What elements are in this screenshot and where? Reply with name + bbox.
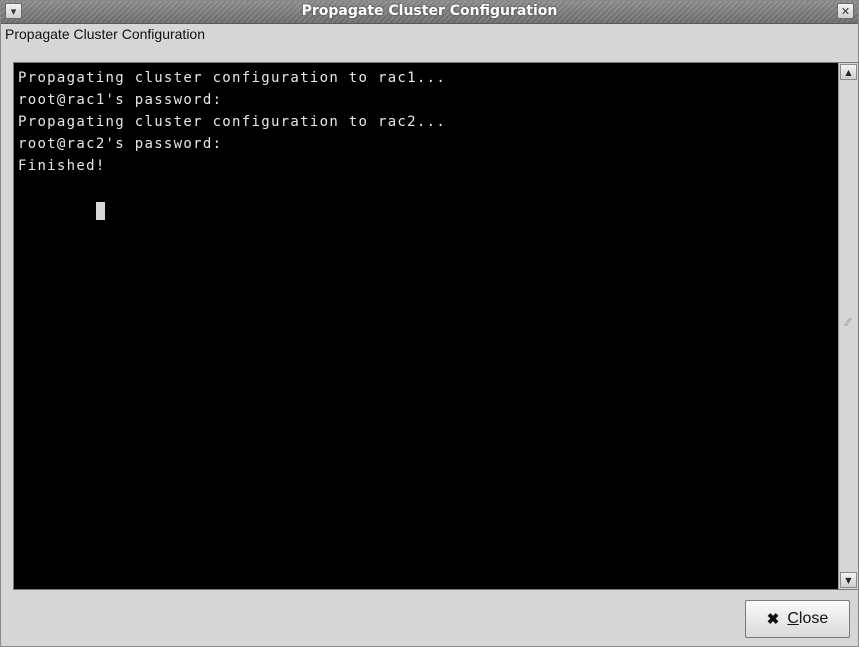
terminal-line: Finished! <box>18 158 106 174</box>
window-title: Propagate Cluster Configuration <box>301 3 558 19</box>
terminal-cursor <box>95 202 105 220</box>
dialog-window: ▾ Propagate Cluster Configuration ✕ Prop… <box>0 0 859 647</box>
close-button-label: Close <box>787 610 829 627</box>
close-icon: ✕ <box>840 4 851 18</box>
terminal-line: root@rac1's password: <box>18 92 223 108</box>
close-button[interactable]: ✖ Close <box>745 600 850 638</box>
terminal-line: root@rac2's password: <box>18 136 223 152</box>
x-icon: ✖ <box>766 611 780 628</box>
arrow-down-icon: ▼ <box>845 575 852 585</box>
terminal-line: Propagating cluster configuration to rac… <box>18 114 447 130</box>
terminal-output[interactable]: Propagating cluster configuration to rac… <box>14 63 838 589</box>
scroll-up-button[interactable]: ▲ <box>840 64 857 80</box>
window-close-button[interactable]: ✕ <box>837 3 854 19</box>
terminal-panel: Propagating cluster configuration to rac… <box>13 62 859 590</box>
terminal-cursor-line <box>18 177 838 220</box>
title-bar[interactable]: ▾ Propagate Cluster Configuration ✕ <box>1 1 858 24</box>
terminal-scrollbar[interactable]: ▲ ⁄⁄ ▼ <box>838 63 858 589</box>
terminal-line: Propagating cluster configuration to rac… <box>18 70 447 86</box>
scrollbar-grip-icon: ⁄⁄ <box>846 316 850 329</box>
dialog-heading: Propagate Cluster Configuration <box>5 26 206 42</box>
arrow-up-icon: ▲ <box>845 67 852 77</box>
scroll-down-button[interactable]: ▼ <box>840 572 857 588</box>
